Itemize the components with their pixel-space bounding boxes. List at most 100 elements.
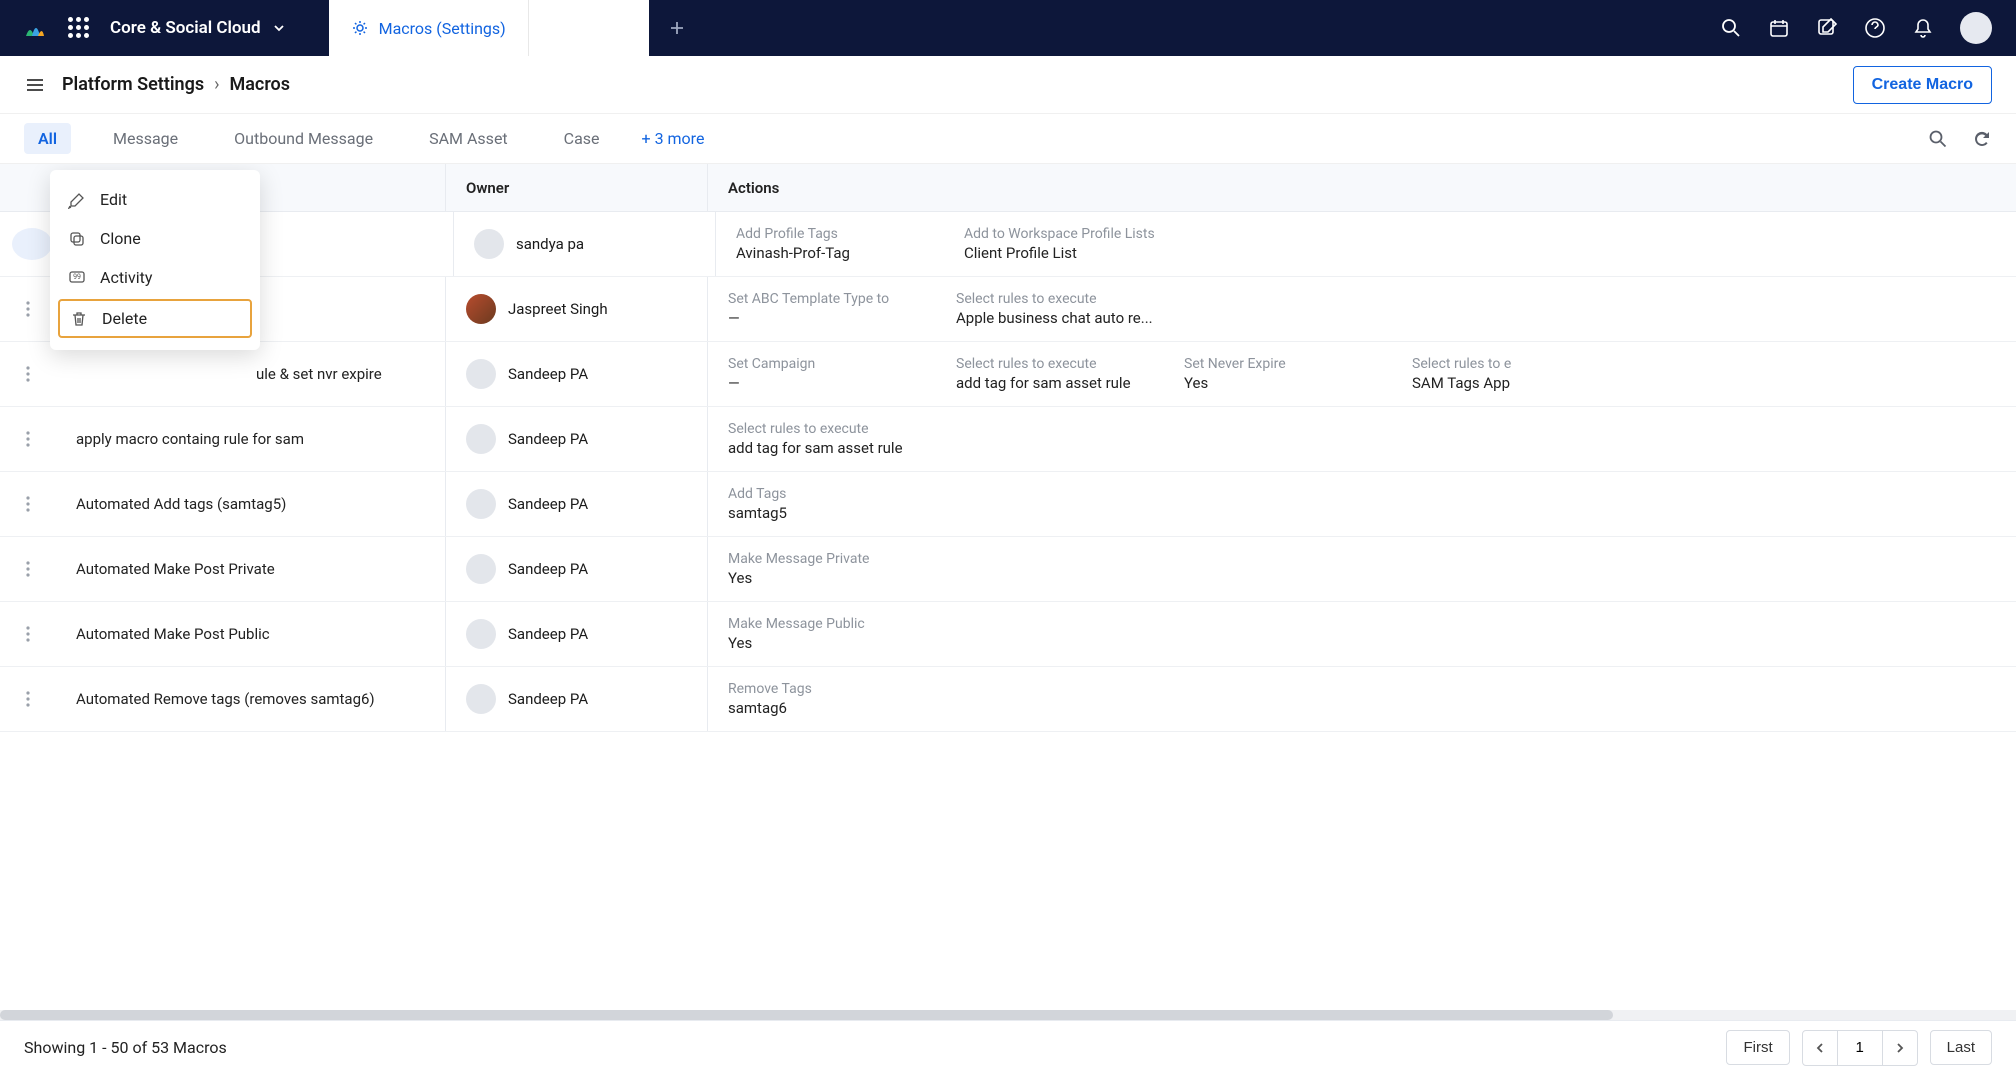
owner-name: Sandeep PA	[508, 560, 588, 578]
filter-outbound-message[interactable]: Outbound Message	[220, 123, 387, 154]
table-row: sandya paAdd Profile TagsAvinash-Prof-Ta…	[0, 212, 2016, 277]
macro-name[interactable]: Automated Make Post Public	[56, 602, 446, 666]
brand-logo	[20, 14, 48, 42]
column-owner[interactable]: Owner	[446, 164, 708, 211]
create-macro-button[interactable]: Create Macro	[1853, 66, 1992, 104]
action-block: Make Message PrivateYes	[728, 547, 956, 591]
menu-icon[interactable]	[24, 74, 46, 96]
add-tab-button[interactable]	[649, 0, 705, 56]
macro-name[interactable]: apply macro containg rule for sam	[56, 407, 446, 471]
action-label: Make Message Private	[728, 551, 956, 567]
action-label: Set Campaign	[728, 356, 956, 372]
macro-name[interactable]: Automated Add tags (samtag5)	[56, 472, 446, 536]
action-label: Select rules to execute	[728, 421, 956, 437]
owner-avatar	[466, 619, 496, 649]
breadcrumb-parent[interactable]: Platform Settings	[62, 74, 204, 95]
action-block: Add to Workspace Profile ListsClient Pro…	[964, 222, 1192, 266]
page-prev-button[interactable]	[1802, 1030, 1838, 1066]
actions-cell: Make Message PublicYes	[708, 602, 2016, 666]
action-label: Add Tags	[728, 486, 956, 502]
apps-launcher-icon[interactable]	[68, 17, 90, 39]
action-value: Apple business chat auto re...	[956, 309, 1184, 327]
macro-name[interactable]: ule & set nvr expire	[56, 342, 446, 406]
row-actions-button[interactable]	[0, 537, 56, 601]
filter-all[interactable]: All	[24, 123, 71, 154]
action-label: Select rules to e	[1412, 356, 1640, 372]
plus-icon	[668, 19, 686, 37]
row-actions-button[interactable]	[0, 277, 56, 341]
chevron-left-icon	[1815, 1042, 1825, 1054]
ctx-edit[interactable]: Edit	[50, 180, 260, 219]
action-value: Client Profile List	[964, 244, 1192, 262]
gear-icon	[351, 19, 369, 37]
help-icon[interactable]	[1864, 17, 1886, 39]
bell-icon[interactable]	[1912, 17, 1934, 39]
row-actions-button[interactable]	[0, 472, 56, 536]
owner-avatar	[466, 489, 496, 519]
compose-icon[interactable]	[1816, 17, 1838, 39]
actions-cell: Select rules to executeadd tag for sam a…	[708, 407, 2016, 471]
ctx-activity[interactable]: 99 Activity	[50, 258, 260, 297]
row-actions-button[interactable]	[0, 602, 56, 666]
workspace-name: Core & Social Cloud	[110, 18, 261, 38]
action-block: Add Tags samtag5	[728, 482, 956, 526]
search-icon[interactable]	[1720, 17, 1742, 39]
filter-more[interactable]: + 3 more	[642, 129, 705, 148]
action-label: Add Profile Tags	[736, 226, 964, 242]
ctx-delete[interactable]: Delete	[58, 299, 252, 338]
action-block: Add Profile TagsAvinash-Prof-Tag	[736, 222, 964, 266]
owner-avatar	[466, 294, 496, 324]
filter-case[interactable]: Case	[550, 123, 614, 154]
table-row: Automated Add tags (samtag5) Sandeep PA Ad…	[0, 472, 2016, 537]
ctx-clone[interactable]: Clone	[50, 219, 260, 258]
refresh-icon[interactable]	[1972, 129, 1992, 149]
row-actions-button[interactable]	[0, 407, 56, 471]
pagination-summary: Showing 1 - 50 of 53 Macros	[24, 1038, 227, 1057]
svg-text:99: 99	[73, 273, 81, 281]
owner-name: Sandeep PA	[508, 495, 588, 513]
row-context-menu: Edit Clone 99 Activity Delete	[50, 170, 260, 350]
scrollbar-thumb[interactable]	[0, 1010, 1613, 1020]
breadcrumb-current: Macros	[230, 74, 290, 95]
chevron-right-icon	[1895, 1042, 1905, 1054]
filter-sam-asset[interactable]: SAM Asset	[415, 123, 522, 154]
tab-gap	[529, 0, 649, 56]
calendar-icon[interactable]	[1768, 17, 1790, 39]
action-value: samtag5	[728, 504, 956, 522]
tab-macros-settings[interactable]: Macros (Settings)	[329, 0, 529, 56]
horizontal-scrollbar[interactable]	[0, 1010, 2016, 1020]
macro-name[interactable]: Automated Remove tags (removes samtag6)	[56, 667, 446, 731]
page-last-button[interactable]: Last	[1930, 1030, 1992, 1065]
macro-name[interactable]: Automated Make Post Private	[56, 537, 446, 601]
owner-cell: sandya pa	[454, 212, 716, 276]
clone-icon	[68, 230, 86, 248]
action-value: SAM Tags App	[1412, 374, 1640, 392]
search-table-icon[interactable]	[1928, 129, 1948, 149]
owner-avatar	[466, 424, 496, 454]
owner-name: Sandeep PA	[508, 625, 588, 643]
page-number-input[interactable]	[1838, 1030, 1882, 1066]
workspace-selector[interactable]: Core & Social Cloud	[110, 18, 309, 38]
action-label: Remove Tags	[728, 681, 956, 697]
row-actions-button[interactable]	[12, 228, 52, 260]
table-row: Automated Make Post Public Sandeep PA Make…	[0, 602, 2016, 667]
row-actions-button[interactable]	[0, 342, 56, 406]
action-block: Set Never ExpireYes	[1184, 352, 1412, 396]
row-actions-button[interactable]	[0, 667, 56, 731]
user-avatar[interactable]	[1960, 12, 1992, 44]
action-block: Make Message PublicYes	[728, 612, 956, 656]
action-label: Set Never Expire	[1184, 356, 1412, 372]
page-next-button[interactable]	[1882, 1030, 1918, 1066]
table-row: Jaspreet SinghSet ABC Template Type to—S…	[0, 277, 2016, 342]
filter-message[interactable]: Message	[99, 123, 192, 154]
chevron-down-icon	[273, 22, 285, 34]
owner-cell: Sandeep PA	[446, 407, 708, 471]
owner-avatar	[474, 229, 504, 259]
action-value: samtag6	[728, 699, 956, 717]
action-block: Select rules to executeadd tag for sam a…	[728, 417, 956, 461]
page-first-button[interactable]: First	[1726, 1030, 1789, 1065]
column-actions[interactable]: Actions	[708, 164, 2016, 211]
owner-name: Sandeep PA	[508, 690, 588, 708]
owner-cell: Jaspreet Singh	[446, 277, 708, 341]
actions-cell: Add Profile TagsAvinash-Prof-TagAdd to W…	[716, 212, 2016, 276]
